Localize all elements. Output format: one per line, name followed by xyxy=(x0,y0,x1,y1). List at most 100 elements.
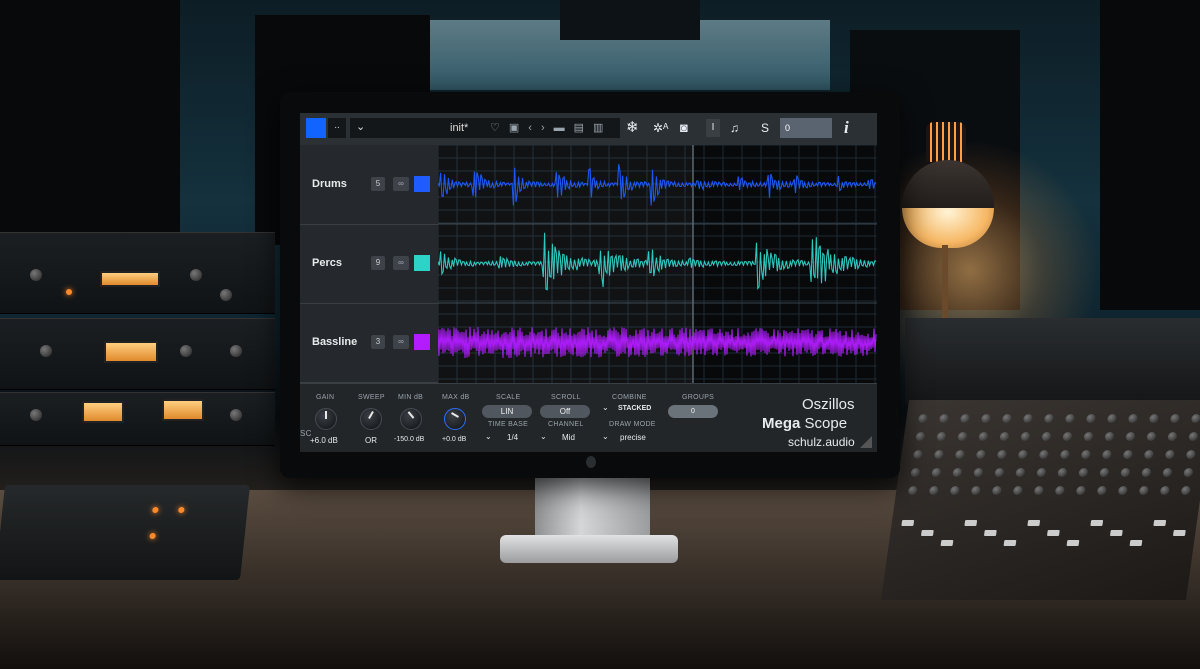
mixer-fader xyxy=(920,530,934,536)
sweep-knob[interactable] xyxy=(360,408,382,430)
combine-value[interactable]: STACKED xyxy=(618,405,651,412)
freeze-icon[interactable]: ❄ xyxy=(626,119,639,137)
mixer-knob xyxy=(1148,414,1160,423)
mixer-knob xyxy=(1183,468,1194,477)
rack-meter xyxy=(104,341,158,363)
max-db-knob[interactable] xyxy=(444,408,466,430)
link-icon[interactable]: ∞ xyxy=(393,256,409,270)
rack-unit-3 xyxy=(0,392,275,446)
save-icon[interactable]: ▣ xyxy=(509,122,528,134)
track-channel[interactable]: 5 xyxy=(371,177,385,191)
sidechain-icon[interactable]: S xyxy=(761,119,769,137)
mixer-knob xyxy=(1141,468,1152,477)
control-panel: ⌐ SC GAIN +6.0 dB SWEEP OR MIN dB -150.0… xyxy=(300,383,877,452)
auto-icon[interactable]: ✲ᴬ xyxy=(653,119,669,137)
mixer-knob xyxy=(952,468,963,477)
vendor-url: schulz.audio xyxy=(788,435,855,449)
rack-knob xyxy=(180,345,192,357)
time-base-label: TIME BASE xyxy=(488,421,529,428)
link-icon[interactable]: ∞ xyxy=(393,335,409,349)
waveform-canvas xyxy=(437,144,877,383)
camera-icon[interactable]: ◙ xyxy=(680,119,688,137)
preset-name: init* xyxy=(450,122,469,134)
time-base-value[interactable]: 1/4 xyxy=(507,433,518,442)
rack-meter xyxy=(82,401,124,423)
scroll-toggle[interactable]: Off xyxy=(540,405,590,418)
mixer-fader xyxy=(983,530,997,536)
max-db-label: MAX dB xyxy=(442,394,470,401)
resize-handle-icon[interactable] xyxy=(860,436,872,448)
link-icon[interactable]: ∞ xyxy=(393,177,409,191)
mixer-knob xyxy=(973,468,984,477)
chevron-down-icon[interactable]: ⌄ xyxy=(602,432,609,441)
mixer-knob xyxy=(991,486,1002,495)
cursor-icon[interactable]: I xyxy=(706,119,720,137)
monitor-stand-base xyxy=(500,535,678,563)
channel-value[interactable]: Mid xyxy=(562,433,575,442)
mixer-knob xyxy=(915,432,926,441)
draw-mode-value[interactable]: precise xyxy=(620,433,646,442)
brand-name: Oszillos xyxy=(802,396,855,413)
rack-knob xyxy=(220,289,232,301)
prev-icon[interactable]: ‹ xyxy=(528,122,541,134)
copy-icon[interactable]: ▤ xyxy=(574,122,593,134)
mixer-knob xyxy=(1059,450,1071,459)
track-channel[interactable]: 3 xyxy=(371,335,385,349)
mixer-knob xyxy=(978,432,989,441)
product-name-bold: Mega xyxy=(762,415,801,432)
mixer-knob xyxy=(1012,486,1023,495)
scale-toggle[interactable]: LIN xyxy=(482,405,532,418)
oscilloscope-display[interactable] xyxy=(437,144,877,383)
mixer-knob xyxy=(1101,450,1113,459)
product-name: Mega Scope xyxy=(762,415,847,432)
menu-button[interactable]: .. xyxy=(328,118,346,138)
preset-selector[interactable]: ⌄ init* ♡▣‹›▬▤▥ xyxy=(350,118,620,138)
mixer-knob xyxy=(1062,432,1073,441)
mixing-console xyxy=(880,400,1200,600)
mixer-knob xyxy=(1122,450,1134,459)
power-button[interactable] xyxy=(306,118,326,138)
mixer-knob xyxy=(957,432,968,441)
track-row[interactable]: Drums 5 ∞ xyxy=(300,145,438,225)
track-color-swatch[interactable] xyxy=(414,255,430,271)
mixer-knob xyxy=(1106,414,1118,423)
mixer-knob xyxy=(1083,432,1094,441)
midi-icon[interactable]: ♫ xyxy=(730,119,739,137)
mixer-fader xyxy=(1109,530,1123,536)
info-icon[interactable]: i xyxy=(844,119,849,137)
heart-icon[interactable]: ♡ xyxy=(490,122,509,134)
mixer-knob xyxy=(1143,450,1155,459)
track-color-swatch[interactable] xyxy=(414,334,430,350)
min-db-knob[interactable] xyxy=(400,408,422,430)
mixer-knob xyxy=(917,414,929,423)
chevron-down-icon[interactable]: ⌄ xyxy=(602,403,609,412)
mixer-fader xyxy=(1172,530,1186,536)
mixer-knob xyxy=(936,432,947,441)
folder-icon[interactable]: ▬ xyxy=(554,122,574,134)
acoustic-panel-right xyxy=(1100,0,1200,310)
mixer-fader xyxy=(901,520,915,526)
track-channel[interactable]: 9 xyxy=(371,256,385,270)
track-row[interactable]: Percs 9 ∞ xyxy=(300,224,438,304)
rack-meter xyxy=(162,399,204,421)
mixer-knob xyxy=(1036,468,1047,477)
chevron-down-icon[interactable]: ⌄ xyxy=(540,432,547,441)
mixer-knob xyxy=(1038,450,1050,459)
mixer-knob xyxy=(1085,414,1097,423)
acoustic-panel-left xyxy=(0,0,180,240)
chevron-down-icon[interactable]: ⌄ xyxy=(485,432,492,441)
number-field[interactable]: 0 xyxy=(780,118,832,138)
mixer-knob xyxy=(1190,414,1200,423)
gain-knob[interactable] xyxy=(315,408,337,430)
paste-icon[interactable]: ▥ xyxy=(593,122,612,134)
mixer-knob xyxy=(1162,468,1173,477)
mixer-fader xyxy=(964,520,978,526)
track-row[interactable]: Bassline 3 ∞ xyxy=(300,303,438,383)
mixer-knob xyxy=(980,414,992,423)
sweep-value: OR xyxy=(365,436,377,445)
rack-knob xyxy=(190,269,202,281)
groups-field[interactable]: 0 xyxy=(668,405,718,418)
next-icon[interactable]: › xyxy=(541,122,554,134)
mixer-knob xyxy=(1167,432,1178,441)
track-color-swatch[interactable] xyxy=(414,176,430,192)
